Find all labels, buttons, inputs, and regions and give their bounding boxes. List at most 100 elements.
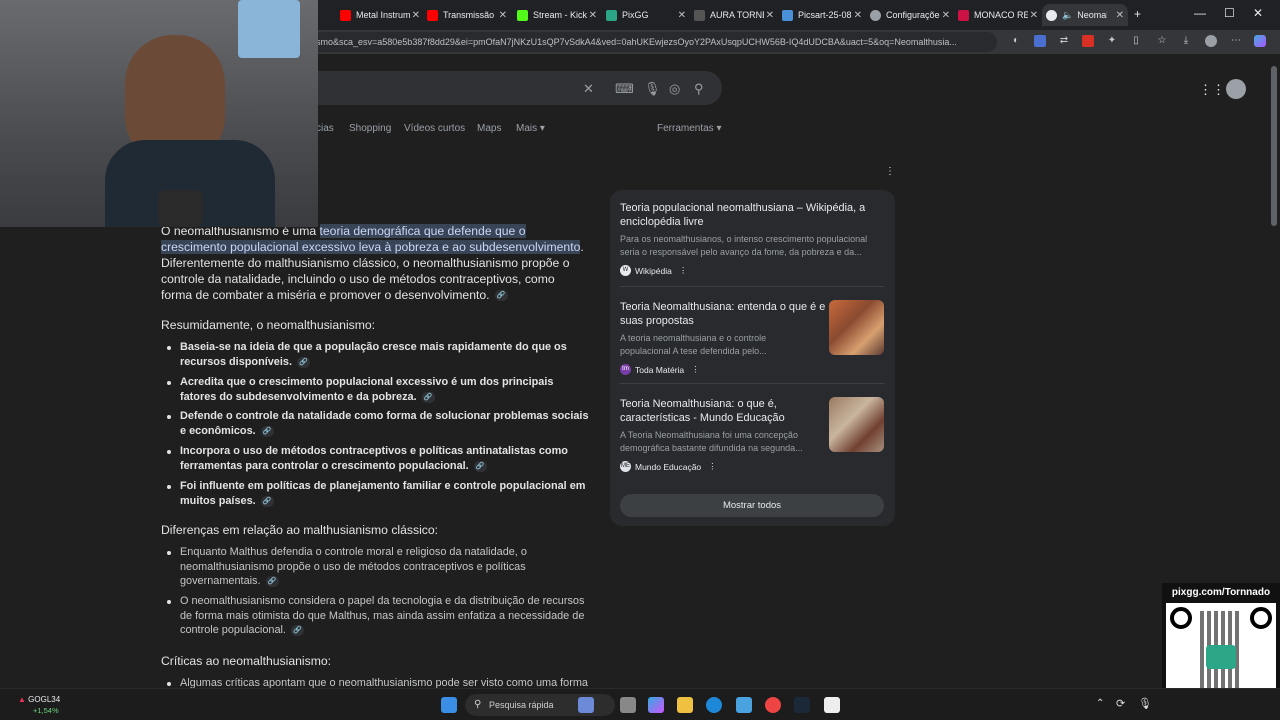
more-menu-icon[interactable]: ⋯	[1230, 35, 1242, 47]
address-bar[interactable]: smo&sca_esv=a580e5b387f8dd29&ei=pmOfaN7j…	[300, 32, 997, 52]
mundo-educacao-icon: ME	[620, 461, 631, 472]
close-tab-icon[interactable]: ✕	[854, 10, 862, 21]
tab-youtube-transmissao[interactable]: Transmissão ✕	[427, 4, 511, 26]
link-icon[interactable]: 🔗	[260, 425, 274, 437]
youtube-icon	[427, 9, 438, 21]
divider	[620, 383, 884, 384]
thumbnail-image[interactable]	[829, 300, 884, 355]
link-icon[interactable]: 🔗	[421, 391, 435, 403]
favorites-icon[interactable]: ☆	[1156, 35, 1168, 47]
link-icon[interactable]: 🔗	[473, 460, 487, 472]
copilot-icon[interactable]	[1254, 35, 1266, 47]
minimize-button[interactable]: —	[1194, 6, 1206, 20]
more-options-icon[interactable]: ⋮	[679, 265, 688, 276]
lens-icon[interactable]: ◎	[669, 81, 680, 97]
nav-tab-maps[interactable]: Maps	[477, 123, 501, 134]
link-icon[interactable]: 🔗	[260, 495, 274, 507]
section-heading-criticisms: Críticas ao neomalthusianismo:	[161, 654, 332, 668]
translate-icon[interactable]: ⇄	[1058, 35, 1070, 47]
task-view-icon[interactable]	[620, 697, 636, 713]
download-icon[interactable]: ⤓	[1180, 35, 1192, 47]
close-tab-icon[interactable]: ✕	[589, 10, 597, 21]
source-card[interactable]: Teoria populacional neomalthusiana – Wik…	[620, 201, 884, 276]
link-icon[interactable]: 🔗	[494, 290, 508, 302]
obs-icon[interactable]	[765, 697, 781, 713]
mic-icon[interactable]: 🎙	[1138, 697, 1152, 710]
close-window-button[interactable]: ✕	[1253, 6, 1263, 20]
stock-widget[interactable]: ▲ GOGL34	[18, 695, 60, 704]
more-options-icon[interactable]: ⋮	[691, 364, 700, 375]
nav-tab-more[interactable]: Mais ▾	[516, 123, 545, 134]
webcam-overlay	[0, 0, 318, 227]
toda-materia-icon: tm	[620, 364, 631, 375]
nav-tab-noticias[interactable]: cias	[316, 123, 334, 134]
more-options-icon[interactable]: ⋮	[708, 461, 717, 472]
search-icon: ⚲	[474, 699, 482, 710]
tab-neomalthusianismo-active[interactable]: 🔈 Neomal ✕	[1042, 4, 1128, 26]
page-icon	[958, 9, 969, 21]
tab-settings[interactable]: Configurações ✕	[870, 4, 954, 26]
apps-grid-icon[interactable]: ⋮⋮	[1199, 82, 1225, 98]
keyboard-icon[interactable]: ⌨	[615, 81, 634, 97]
extensions-puzzle-icon[interactable]: ✦	[1106, 35, 1118, 47]
mic-icon[interactable]: 🎙	[644, 81, 661, 97]
windows-start-icon[interactable]	[441, 697, 457, 713]
tab-kick[interactable]: Stream - Kick ✕	[517, 4, 601, 26]
clear-icon[interactable]: ✕	[583, 81, 594, 97]
microphone	[158, 190, 203, 227]
wikipedia-icon: W	[620, 265, 631, 276]
close-tab-icon[interactable]: ✕	[942, 10, 950, 21]
section-heading-summary: Resumidamente, o neomalthusianismo:	[161, 318, 376, 332]
close-tab-icon[interactable]: ✕	[1116, 10, 1124, 21]
profile-avatar[interactable]	[1205, 35, 1217, 47]
kick-icon	[517, 9, 528, 21]
stock-change: +1,54%	[33, 706, 59, 715]
split-view-icon[interactable]: ▯	[1130, 35, 1142, 47]
chevron-up-icon[interactable]: ⌃	[1096, 698, 1104, 709]
youtube-icon	[340, 9, 351, 21]
link-icon[interactable]: 🔗	[265, 575, 279, 587]
photos-icon[interactable]	[736, 697, 752, 713]
more-options-icon[interactable]: ⋮	[885, 166, 895, 177]
widget-icon[interactable]	[578, 697, 594, 713]
tab-youtube-metal[interactable]: Metal Instrum ✕	[340, 4, 424, 26]
section-heading-differences: Diferenças em relação ao malthusianismo …	[161, 523, 439, 537]
show-all-button[interactable]: Mostrar todos	[620, 494, 884, 517]
copilot-icon[interactable]	[648, 697, 664, 713]
new-tab-button[interactable]: +	[1134, 7, 1141, 21]
search-box[interactable]: ✕ ⌨ 🎙 ◎ ⚲	[280, 71, 722, 105]
close-tab-icon[interactable]: ✕	[766, 10, 774, 21]
close-tab-icon[interactable]: ✕	[678, 10, 686, 21]
search-icon[interactable]: ⚲	[694, 81, 704, 97]
close-tab-icon[interactable]: ✕	[412, 10, 420, 21]
close-tab-icon[interactable]: ✕	[1030, 10, 1038, 21]
tab-aura[interactable]: AURA TORNE ✕	[694, 4, 778, 26]
image-icon	[782, 9, 793, 21]
link-icon[interactable]: 🔗	[290, 624, 304, 636]
steam-icon[interactable]	[794, 697, 810, 713]
edge-icon[interactable]	[706, 697, 722, 713]
file-explorer-icon[interactable]	[677, 697, 693, 713]
extension-icon[interactable]: ◐	[1010, 35, 1022, 47]
intro-line-5: forma de combater a miséria e promover o…	[161, 287, 508, 303]
tab-pixgg[interactable]: PixGG ✕	[606, 4, 690, 26]
nav-tab-shopping[interactable]: Shopping	[349, 123, 391, 134]
intro-line-2: crescimento populacional excessivo leva …	[161, 240, 584, 254]
tools-button[interactable]: Ferramentas ▾	[657, 123, 722, 134]
sync-icon[interactable]: ⟳	[1116, 697, 1125, 710]
account-avatar[interactable]	[1226, 79, 1246, 99]
close-tab-icon[interactable]: ✕	[499, 10, 507, 21]
tab-monaco[interactable]: MONACO RE ✕	[958, 4, 1042, 26]
notepad-icon[interactable]	[824, 697, 840, 713]
tab-picsart[interactable]: Picsart-25-08 ✕	[782, 4, 866, 26]
link-icon[interactable]: 🔗	[296, 356, 310, 368]
maximize-button[interactable]: ☐	[1224, 6, 1235, 20]
nav-tab-videos[interactable]: Vídeos curtos	[404, 123, 465, 134]
thumbnail-image[interactable]	[829, 397, 884, 452]
extension-icon[interactable]	[1034, 35, 1046, 47]
page-icon	[694, 9, 705, 21]
intro-line-3: Diferentemente do malthusianismo clássic…	[161, 256, 570, 270]
speaker-icon: 🔈	[1062, 9, 1074, 20]
google-icon	[1046, 9, 1057, 21]
extension-icon[interactable]	[1082, 35, 1094, 47]
